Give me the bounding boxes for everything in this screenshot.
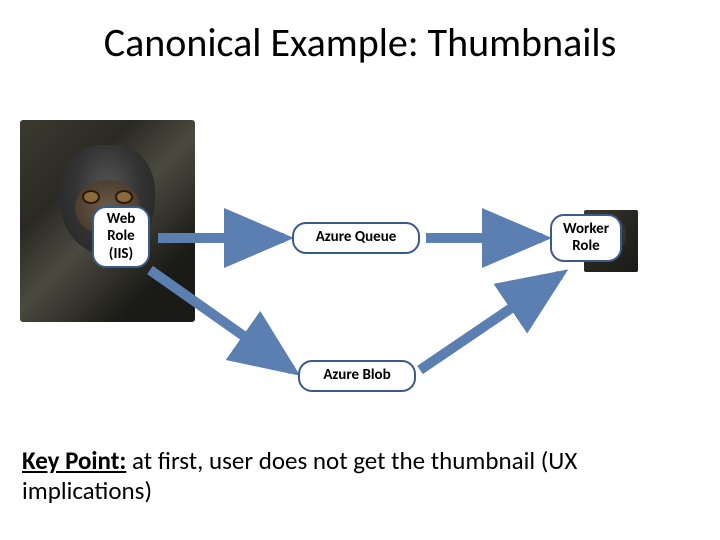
node-azure-queue: Azure Queue: [292, 222, 420, 254]
node-web-role: WebRole(IIS): [92, 206, 150, 268]
key-point-label: Key Point:: [22, 445, 126, 476]
arrow-blob-to-worker: [420, 275, 560, 370]
node-azure-blob: Azure Blob: [298, 360, 416, 392]
key-point-text: Key Point: at first, user does not get t…: [22, 446, 698, 506]
diagram-area: WebRole(IIS) Azure Queue WorkerRole Azur…: [0, 120, 720, 420]
slide-title: Canonical Example: Thumbnails: [0, 18, 720, 67]
node-worker-role-label: WorkerRole: [563, 221, 609, 256]
node-web-role-label: WebRole(IIS): [107, 211, 136, 263]
node-azure-blob-label: Azure Blob: [323, 367, 390, 384]
node-azure-queue-label: Azure Queue: [316, 229, 397, 246]
node-worker-role: WorkerRole: [550, 214, 622, 262]
